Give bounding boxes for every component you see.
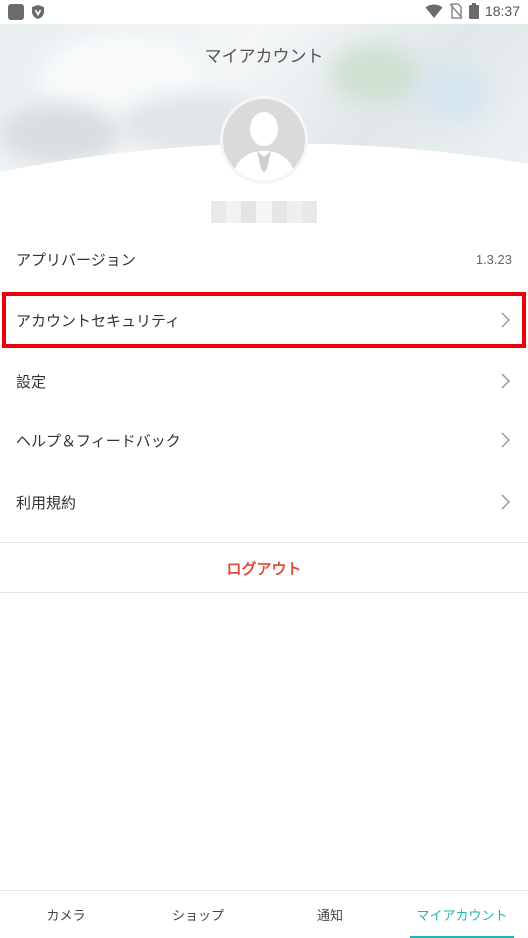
menu-item-account-security[interactable]: アカウントセキュリティ xyxy=(0,291,528,349)
app-version-value: 1.3.23 xyxy=(475,251,512,267)
nav-my-account[interactable]: マイアカウント xyxy=(396,891,528,938)
chevron-right-icon xyxy=(501,494,511,510)
menu-item-label: 設定 xyxy=(16,372,47,391)
divider xyxy=(0,592,528,593)
chevron-right-icon xyxy=(501,432,511,448)
status-left-icons xyxy=(8,4,46,20)
menu-item-label: ヘルプ＆フィードバック xyxy=(16,431,181,450)
nav-shop[interactable]: ショップ xyxy=(132,891,264,938)
chevron-right-icon xyxy=(501,312,511,328)
menu-item-settings[interactable]: 設定 xyxy=(0,352,528,410)
status-bar: 18:37 xyxy=(0,0,528,24)
menu-item-help-feedback[interactable]: ヘルプ＆フィードバック xyxy=(0,411,528,469)
bottom-nav: カメラ ショップ 通知 マイアカウント xyxy=(0,890,528,938)
avatar[interactable] xyxy=(220,96,308,184)
menu-item-label: アプリバージョン xyxy=(16,250,136,269)
wifi-icon xyxy=(425,4,443,18)
nav-camera[interactable]: カメラ xyxy=(0,891,132,938)
shield-icon xyxy=(32,5,44,19)
status-right-icons: 18:37 xyxy=(425,3,520,19)
status-time: 18:37 xyxy=(484,3,520,19)
page-title: マイアカウント xyxy=(204,47,324,67)
username-redacted xyxy=(211,201,317,223)
no-sim-icon xyxy=(449,3,463,19)
menu-item-label: 利用規約 xyxy=(16,493,77,512)
menu-item-app-version: アプリバージョン 1.3.23 xyxy=(0,230,528,288)
square-icon xyxy=(8,4,24,20)
nav-label: カメラ xyxy=(46,909,86,924)
divider xyxy=(0,542,528,543)
user-silhouette-icon xyxy=(223,99,305,181)
logout-button[interactable]: ログアウト xyxy=(0,545,528,591)
menu-item-label: アカウントセキュリティ xyxy=(16,311,181,330)
nav-label: ショップ xyxy=(171,909,224,924)
nav-label: マイアカウント xyxy=(416,909,508,924)
battery-icon xyxy=(468,3,479,19)
menu-item-terms[interactable]: 利用規約 xyxy=(0,473,528,531)
nav-label: 通知 xyxy=(316,909,343,924)
chevron-right-icon xyxy=(501,373,511,389)
nav-notifications[interactable]: 通知 xyxy=(264,891,396,938)
